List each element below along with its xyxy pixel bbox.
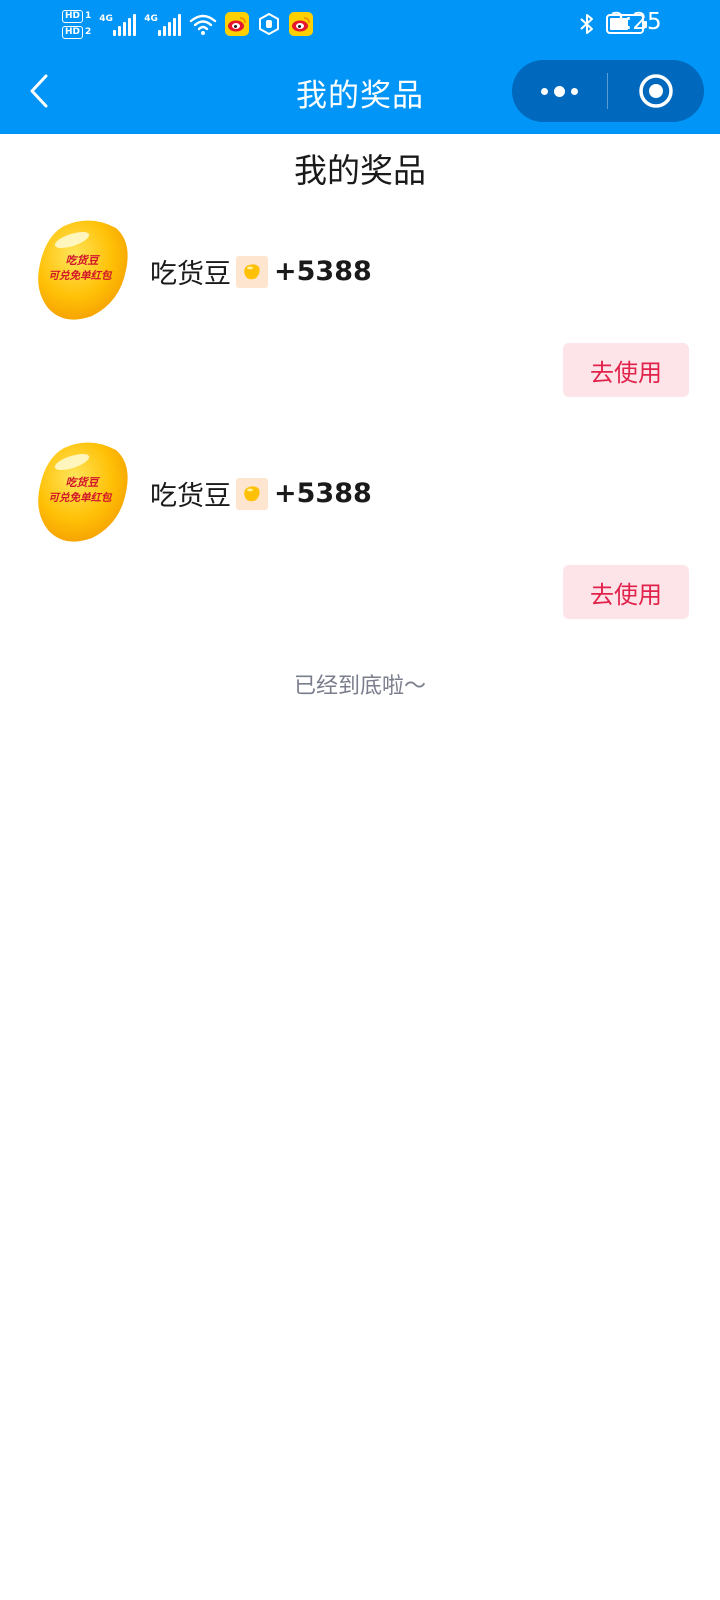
prize-title: 吃货豆 +5388 (150, 252, 372, 291)
bean-coin-icon (236, 477, 268, 510)
bean-label-line2: 可兑免单红包 (49, 269, 113, 282)
prize-name: 吃货豆 (150, 481, 231, 512)
bluetooth-icon (580, 14, 593, 34)
more-dots-icon (541, 85, 578, 97)
prize-item: 吃货豆 可兑免单红包 吃货豆 +5388 去使用 (0, 440, 720, 650)
bean-prize-image: 吃货豆 可兑免单红包 (38, 220, 128, 320)
wifi-icon (190, 14, 217, 35)
hexagon-app-icon (257, 12, 281, 36)
weibo-icon (225, 12, 250, 36)
sim1-indicator: HD 1 (62, 9, 92, 23)
bean-prize-image: 吃货豆 可兑免单红包 (38, 442, 128, 542)
bean-coin-icon (236, 255, 268, 288)
close-button[interactable] (608, 60, 703, 122)
bean-label-line1: 吃货豆 (66, 254, 101, 267)
target-close-icon (638, 74, 673, 108)
hd-icon: HD (62, 25, 84, 39)
mini-program-capsule (512, 60, 704, 122)
sim-indicators: HD 1 HD 2 (62, 9, 92, 39)
prize-title: 吃货豆 +5388 (150, 474, 372, 513)
use-button[interactable]: 去使用 (563, 565, 689, 619)
page-title: 我的奖品 (294, 151, 426, 190)
sim2-index: 2 (85, 27, 92, 37)
status-left-icons: HD 1 HD 2 4G 4G (62, 4, 314, 44)
end-of-list-text: 已经到底啦～ (293, 674, 426, 699)
status-bar: HD 1 HD 2 4G 4G 2:25 (0, 0, 720, 48)
signal-icon: 4G (99, 12, 137, 36)
prize-item: 吃货豆 可兑免单红包 吃货豆 +5388 去使用 (0, 218, 720, 428)
bean-label-line2: 可兑免单红包 (49, 491, 113, 504)
use-button[interactable]: 去使用 (563, 343, 689, 397)
status-time: 2:25 (610, 9, 662, 35)
prize-name: 吃货豆 (150, 259, 231, 290)
prize-amount: +5388 (274, 256, 372, 287)
nav-bar: 我的奖品 (0, 48, 720, 134)
network-type-2: 4G (144, 14, 158, 24)
sim2-indicator: HD 2 (62, 25, 92, 39)
bean-label-line1: 吃货豆 (66, 476, 101, 489)
network-type-1: 4G (99, 14, 113, 24)
prize-amount: +5388 (274, 478, 372, 509)
signal-icon: 4G (144, 12, 182, 36)
weibo-icon (289, 12, 314, 36)
hd-icon: HD (62, 9, 84, 23)
more-button[interactable] (512, 60, 607, 122)
sim1-index: 1 (85, 11, 92, 21)
